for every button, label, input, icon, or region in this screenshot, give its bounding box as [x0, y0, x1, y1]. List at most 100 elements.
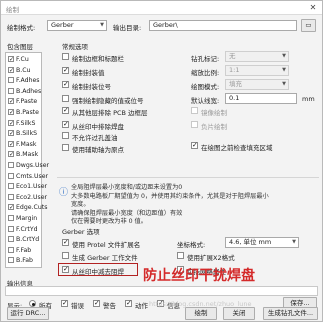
protel-ext-checkbox[interactable]: [62, 238, 69, 246]
chevron-down-icon: ▼: [282, 67, 286, 73]
layer-checkbox[interactable]: [8, 119, 14, 128]
plot-button[interactable]: 绘制: [185, 307, 217, 320]
general-option-checkbox[interactable]: [62, 106, 69, 114]
layer-checkbox[interactable]: [8, 183, 14, 190]
general-option-label: 强制绘制隐藏的值或位号: [72, 97, 144, 105]
layer-label: F.CrtYd: [16, 225, 38, 233]
scale-select[interactable]: 1:1 ▼: [225, 65, 289, 76]
layer-label: Eco1.User: [16, 183, 48, 191]
drill-marks-label: 钻孔标记:: [191, 55, 220, 63]
layer-checkbox[interactable]: [8, 87, 14, 94]
layer-checkbox[interactable]: [8, 97, 14, 106]
highlight-box: [58, 263, 138, 276]
negative-label: 负片绘制: [201, 123, 227, 131]
plot-dialog: 绘制 ✕ 绘制格式: Gerber ▼ 输出目录: Gerber\ ▭ 包含图层 …: [0, 0, 323, 322]
plot-mode-value: 填充: [229, 80, 242, 88]
layer-list: F.Cu B.Cu F.Adhes B.Adhes F.Paste B.Paste F.Si…: [5, 52, 49, 268]
filter-all-radio[interactable]: [29, 300, 36, 307]
x2-format-label: 使用扩展X2格式: [187, 254, 235, 262]
mask-warning-line: 全局阻焊层最小宽度和/或边距未设置为0: [71, 184, 183, 191]
chevron-down-icon: ▼: [282, 53, 286, 59]
layer-checkbox[interactable]: [8, 140, 14, 149]
layer-label: B.Fab: [16, 257, 33, 265]
title-bar: 绘制 ✕: [1, 1, 322, 15]
layer-checkbox[interactable]: [8, 55, 14, 64]
mask-warning-line: 请确保阻焊层最小宽度（和边距值）有效: [71, 209, 183, 217]
general-option-label: 从丝印中排除焊盘: [72, 123, 124, 131]
layer-checkbox[interactable]: [8, 193, 14, 200]
filter-errors-checkbox[interactable]: [61, 299, 68, 307]
layer-checkbox[interactable]: [8, 77, 14, 84]
general-option-checkbox[interactable]: [62, 120, 69, 128]
general-option-checkbox[interactable]: [62, 132, 69, 139]
general-option-checkbox[interactable]: [62, 53, 69, 60]
general-option-checkbox[interactable]: [62, 66, 69, 74]
general-option-label: 从其他层排除 PCB 边框层: [72, 109, 148, 117]
default-width-unit: mm: [302, 95, 315, 103]
window-title: 绘制: [6, 6, 19, 14]
plot-mode-select[interactable]: 填充 ▼: [225, 79, 289, 90]
layer-checkbox[interactable]: [8, 66, 14, 75]
run-drc-button[interactable]: 运行 DRC...: [7, 307, 49, 320]
gerber-options-title: Gerber 选项: [62, 228, 100, 236]
chevron-down-icon: ▼: [292, 239, 296, 245]
layer-label: F.Mask: [16, 140, 37, 148]
mirror-checkbox[interactable]: [191, 107, 198, 114]
layer-checkbox[interactable]: [8, 225, 14, 232]
output-log: [5, 286, 318, 296]
default-width-input[interactable]: 0.1: [225, 93, 297, 104]
job-file-label: 生成 Gerber 工作文件: [72, 254, 138, 262]
layer-checkbox[interactable]: [8, 162, 14, 168]
general-option-checkbox[interactable]: [62, 80, 69, 88]
layer-checkbox[interactable]: [8, 215, 14, 221]
filter-actions-checkbox[interactable]: [125, 299, 132, 307]
general-option-label: 绘制封装位号: [72, 83, 111, 91]
coord-format-select[interactable]: 4.6, 单位 mm ▼: [225, 237, 299, 248]
scale-label: 缩放比例:: [191, 69, 220, 77]
layer-checkbox[interactable]: [8, 236, 14, 243]
drill-marks-select[interactable]: 无 ▼: [225, 51, 289, 62]
plot-mode-label: 绘图模式:: [191, 83, 220, 91]
negative-checkbox[interactable]: [191, 121, 198, 128]
layer-label: B.Cu: [16, 66, 31, 74]
layer-label: Eco2.User: [16, 193, 48, 201]
layer-checkbox[interactable]: [8, 129, 14, 138]
general-option-checkbox[interactable]: [62, 144, 69, 151]
coord-format-value: 4.6, 单位 mm: [229, 238, 272, 246]
mask-warning-line: 仅在需要时更改为非 0 值。: [71, 218, 147, 225]
layer-checkbox[interactable]: [8, 246, 14, 253]
close-icon[interactable]: ✕: [307, 2, 319, 13]
filter-warnings-label: 警告: [103, 302, 116, 310]
layer-checkbox[interactable]: [8, 257, 14, 264]
x2-format-checkbox[interactable]: [177, 252, 184, 259]
layer-label: F.Cu: [16, 56, 29, 63]
check-zone-fill-checkbox[interactable]: [191, 141, 198, 149]
layers-title: 包含图层: [7, 43, 33, 51]
check-zone-fill-label: 在绘图之前检查填充区域: [201, 144, 273, 152]
mirror-label: 镜像绘制: [201, 109, 227, 117]
close-button[interactable]: 关闭: [223, 307, 255, 320]
layer-label: B.CrtYd: [16, 236, 40, 244]
layer-checkbox[interactable]: [8, 172, 14, 179]
layer-checkbox[interactable]: [8, 108, 14, 117]
general-option-label: 绘制封装值: [72, 69, 105, 77]
layer-label: B.Adhes: [16, 87, 42, 95]
browse-folder-button[interactable]: ▭: [301, 19, 316, 32]
annotation-text: 防止丝印干扰焊盘: [143, 268, 255, 284]
filter-actions-label: 动作: [135, 302, 148, 310]
layer-checkbox[interactable]: [8, 150, 14, 159]
plot-format-select[interactable]: Gerber ▼: [47, 20, 107, 31]
output-dir-label: 输出目录:: [113, 24, 142, 32]
output-dir-input[interactable]: Gerber\: [149, 20, 297, 31]
filter-warnings-checkbox[interactable]: [93, 299, 100, 307]
plot-format-value: Gerber: [51, 21, 74, 29]
general-option-label: 绘制边框和标题栏: [72, 55, 124, 63]
layer-checkbox[interactable]: [8, 203, 14, 212]
generate-drill-button[interactable]: 生成钻孔文件...: [263, 307, 318, 320]
general-option-checkbox[interactable]: [62, 95, 69, 102]
layer-label: Margin: [16, 215, 38, 222]
job-file-checkbox[interactable]: [62, 252, 69, 259]
layer-label: Cmts.User: [16, 172, 49, 180]
scale-value: 1:1: [229, 66, 240, 74]
chevron-down-icon: ▼: [282, 81, 286, 87]
